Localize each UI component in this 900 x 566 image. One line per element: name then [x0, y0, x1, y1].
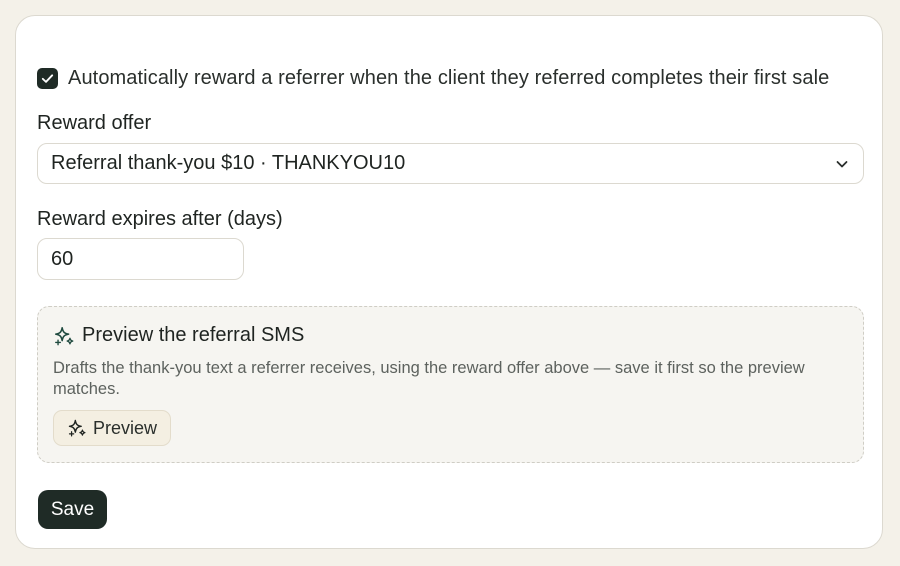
referral-reward-settings-card: Automatically reward a referrer when the… [15, 15, 883, 549]
preview-button-label: Preview [93, 417, 158, 438]
reward-offer-label: Reward offer [37, 112, 152, 134]
sparkle-icon [68, 419, 86, 437]
auto-reward-row[interactable]: Automatically reward a referrer when the… [37, 67, 829, 90]
check-icon [41, 74, 54, 83]
reward-expiry-input[interactable] [37, 238, 244, 280]
preview-button[interactable]: Preview [53, 410, 171, 446]
chevron-down-icon [836, 161, 848, 168]
auto-reward-label: Automatically reward a referrer when the… [68, 67, 830, 89]
sms-preview-description: Drafts the thank-you text a referrer rec… [53, 359, 805, 398]
reward-expiry-label: Reward expires after (days) [37, 208, 283, 230]
reward-offer-select[interactable]: Referral thank-you $10 · THANKYOU10 [37, 143, 864, 184]
sms-preview-title: Preview the referral SMS [82, 324, 305, 346]
reward-offer-selected-value: Referral thank-you $10 · THANKYOU10 [51, 152, 406, 174]
save-button[interactable]: Save [38, 490, 107, 529]
sms-preview-panel: Preview the referral SMS Drafts the than… [37, 306, 864, 463]
auto-reward-checkbox[interactable] [37, 68, 58, 89]
sms-preview-header: Preview the referral SMS [53, 324, 304, 347]
sparkle-icon [54, 326, 74, 345]
